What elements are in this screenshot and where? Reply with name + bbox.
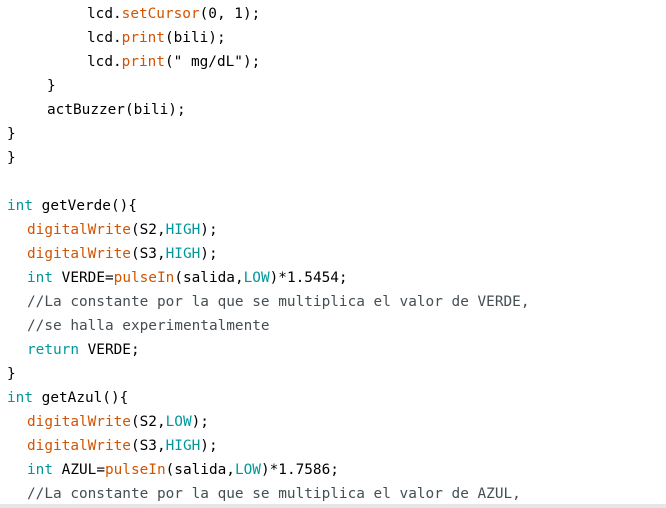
- code-token-plain: (S2,: [130, 414, 166, 430]
- code-token-plain: (bili);: [164, 30, 226, 46]
- code-token-plain: );: [200, 246, 218, 262]
- code-token-comment: //La constante por la que se multiplica …: [27, 294, 530, 310]
- code-line[interactable]: //La constante por la que se multiplica …: [7, 290, 530, 314]
- code-token-plain: (" mg/dL");: [164, 54, 261, 70]
- code-token-plain: VERDE=: [53, 270, 114, 286]
- code-token-plain: );: [200, 438, 218, 454]
- code-token-func: digitalWrite: [27, 414, 131, 430]
- code-token-type: int: [27, 462, 53, 478]
- code-token-type: return: [27, 342, 79, 358]
- code-token-const: LOW: [165, 414, 192, 430]
- code-line[interactable]: digitalWrite(S3,HIGH);: [7, 242, 218, 266]
- code-line[interactable]: lcd.print(" mg/dL");: [7, 50, 260, 74]
- code-token-const: HIGH: [165, 222, 201, 238]
- code-line[interactable]: int AZUL=pulseIn(salida,LOW)*1.7586;: [7, 458, 339, 482]
- code-token-plain: (S3,: [130, 246, 166, 262]
- code-token-plain: (S3,: [130, 438, 166, 454]
- code-token-plain: }: [7, 126, 16, 142]
- code-token-const: LOW: [234, 462, 261, 478]
- code-token-plain: }: [47, 78, 56, 94]
- code-token-plain: )*1.5454;: [269, 270, 348, 286]
- code-line[interactable]: digitalWrite(S3,HIGH);: [7, 434, 218, 458]
- code-token-const: HIGH: [165, 438, 201, 454]
- code-token-plain: VERDE;: [78, 342, 140, 358]
- code-line[interactable]: return VERDE;: [7, 338, 140, 362]
- code-token-func: print: [121, 30, 165, 46]
- code-editor[interactable]: lcd.setCursor(0, 1); lcd.print(bili); lcd.…: [0, 0, 666, 508]
- code-line[interactable]: }: [7, 146, 16, 170]
- code-token-plain: getAzul(){: [33, 390, 129, 406]
- code-token-type: int: [7, 198, 33, 214]
- code-token-plain: );: [200, 222, 218, 238]
- code-token-plain: (salida,: [174, 270, 244, 286]
- code-token-plain: lcd.: [87, 30, 122, 46]
- code-token-plain: getVerde(){: [33, 198, 137, 214]
- code-line[interactable]: digitalWrite(S2,HIGH);: [7, 218, 218, 242]
- code-token-plain: (salida,: [165, 462, 235, 478]
- code-token-comment: //La constante por la que se multiplica …: [27, 486, 521, 502]
- code-token-const: HIGH: [165, 246, 201, 262]
- code-token-func: digitalWrite: [27, 438, 131, 454]
- code-token-type: int: [27, 270, 53, 286]
- editor-bottom-border: [0, 504, 666, 508]
- code-line[interactable]: int getVerde(){: [7, 194, 137, 218]
- code-token-plain: actBuzzer(bili);: [47, 102, 186, 118]
- code-line[interactable]: int VERDE=pulseIn(salida,LOW)*1.5454;: [7, 266, 348, 290]
- code-token-plain: lcd.: [87, 54, 122, 70]
- code-line[interactable]: int getAzul(){: [7, 386, 128, 410]
- code-line[interactable]: //La constante por la que se multiplica …: [7, 482, 521, 506]
- code-token-func: pulseIn: [104, 462, 166, 478]
- code-token-plain: }: [7, 150, 16, 166]
- code-token-plain: (S2,: [130, 222, 166, 238]
- code-token-plain: )*1.7586;: [260, 462, 339, 478]
- code-token-func: print: [121, 54, 165, 70]
- code-token-plain: AZUL=: [53, 462, 105, 478]
- code-line[interactable]: }: [7, 362, 16, 386]
- code-token-type: int: [7, 390, 33, 406]
- code-line[interactable]: }: [7, 74, 56, 98]
- code-token-func: digitalWrite: [27, 222, 131, 238]
- code-token-comment: //se halla experimentalmente: [27, 318, 270, 334]
- code-line[interactable]: digitalWrite(S2,LOW);: [7, 410, 209, 434]
- code-token-func: digitalWrite: [27, 246, 131, 262]
- code-token-plain: }: [7, 366, 16, 382]
- code-token-func: pulseIn: [113, 270, 175, 286]
- code-line[interactable]: actBuzzer(bili);: [7, 98, 186, 122]
- code-line[interactable]: lcd.setCursor(0, 1);: [7, 2, 260, 26]
- code-token-plain: (0, 1);: [199, 6, 261, 22]
- code-token-plain: );: [191, 414, 209, 430]
- code-line[interactable]: }: [7, 122, 16, 146]
- code-token-plain: lcd.: [87, 6, 122, 22]
- code-token-const: LOW: [243, 270, 270, 286]
- code-line[interactable]: //se halla experimentalmente: [7, 314, 270, 338]
- code-line[interactable]: lcd.print(bili);: [7, 26, 226, 50]
- code-token-func: setCursor: [121, 6, 200, 22]
